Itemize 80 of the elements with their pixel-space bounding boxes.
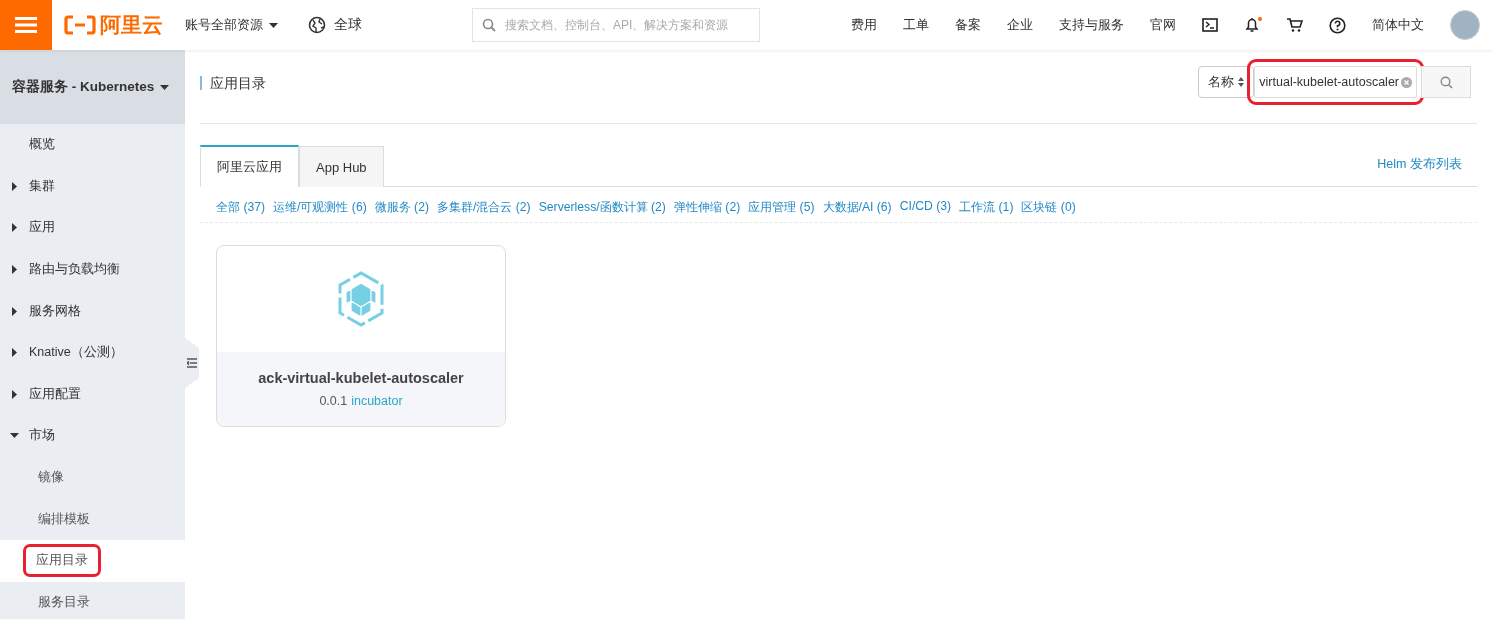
nav-link[interactable]: 企业 [1007, 16, 1033, 34]
region-selector[interactable]: 全球 [308, 16, 362, 34]
sidebar-group[interactable]: 市场 [0, 415, 185, 457]
nav-link[interactable]: 官网 [1150, 16, 1176, 34]
app-name: ack-virtual-kubelet-autoscaler [258, 370, 464, 386]
sidebar-item[interactable]: 编排模板 [0, 498, 185, 540]
cart-icon[interactable] [1286, 17, 1303, 33]
sidebar-item-label: 编排模板 [38, 510, 90, 528]
caret-icon [269, 22, 278, 28]
avatar[interactable] [1450, 10, 1480, 40]
help-icon[interactable] [1329, 16, 1346, 34]
app-version: 0.0.1 [319, 394, 348, 408]
sidebar-group-label: Knative（公测） [29, 344, 123, 362]
sidebar-group-label: 市场 [29, 427, 55, 445]
category-link[interactable]: 弹性伸缩 (2) [673, 199, 741, 216]
tab[interactable]: App Hub [299, 146, 384, 187]
sidebar-item[interactable]: 服务目录 [0, 581, 185, 619]
search-field[interactable]: 搜索文档、控制台、API、解决方案和资源 [472, 8, 760, 42]
caret-icon [10, 306, 19, 316]
caret-icon [10, 223, 19, 233]
caret-icon [10, 348, 19, 358]
globe-icon [308, 16, 326, 34]
category-link[interactable]: CI/CD (3) [899, 199, 952, 216]
bell-icon [1244, 17, 1260, 33]
nav-link[interactable]: 备案 [955, 16, 981, 34]
category-link[interactable]: 工作流 (1) [959, 199, 1014, 216]
collapse-icon [187, 358, 197, 368]
page-title: 应用目录 [200, 76, 266, 90]
category-link[interactable]: 微服务 (2) [374, 199, 429, 216]
language-selector[interactable]: 简体中文 [1372, 16, 1424, 34]
sidebar-group[interactable]: 路由与负载均衡 [0, 248, 185, 291]
sidebar-item[interactable]: 镜像 [0, 456, 185, 499]
nav-link[interactable]: 费用 [851, 16, 877, 34]
sort-icon [1238, 77, 1245, 87]
sidebar-item-label: 应用目录 [26, 547, 98, 575]
product-selector[interactable]: 容器服务 - Kubernetes [0, 50, 185, 124]
sidebar-group[interactable]: 应用 [0, 207, 185, 249]
nav-link[interactable]: 支持与服务 [1059, 16, 1124, 34]
sidebar-group-label: 应用 [29, 219, 55, 237]
sidebar-group-label: 应用配置 [29, 385, 81, 403]
sidebar-group-label: 集群 [29, 177, 55, 195]
sidebar-item[interactable]: 应用目录 [0, 539, 185, 582]
helm-releases-link[interactable]: Helm 发布列表 [1377, 155, 1462, 173]
category-link[interactable]: 多集群/混合云 (2) [437, 199, 531, 216]
sidebar-group[interactable]: Knative（公测） [0, 331, 185, 374]
category-link[interactable]: 全部 (37) [216, 199, 266, 216]
sidebar-item[interactable]: 概览 [0, 124, 185, 166]
sidebar-item-label: 服务目录 [38, 593, 90, 611]
category-link[interactable]: 区块链 (0) [1021, 199, 1076, 216]
caret-icon [10, 389, 19, 399]
account-dropdown[interactable]: 账号全部资源 [185, 16, 278, 34]
notification-button[interactable] [1244, 17, 1260, 33]
sidebar-group-label: 路由与负载均衡 [29, 261, 120, 279]
sidebar-item-label: 镜像 [38, 469, 64, 487]
search-icon [482, 18, 496, 32]
caret-icon [10, 265, 19, 275]
search-icon [1439, 75, 1453, 89]
sidebar-item-label: 概览 [29, 136, 55, 154]
sidebar-group[interactable]: 服务网格 [0, 290, 185, 332]
category-link[interactable]: 大数据/AI (6) [822, 199, 892, 216]
nav-link[interactable]: 工单 [903, 16, 929, 34]
category-link[interactable]: 运维/可观测性 (6) [273, 199, 367, 216]
cube-icon [336, 271, 386, 327]
caret-icon [10, 431, 19, 441]
sidebar-group-label: 服务网格 [29, 302, 81, 320]
caret-icon [160, 84, 170, 90]
logo-icon [64, 15, 96, 35]
category-link[interactable]: 应用管理 (5) [748, 199, 815, 216]
app-card[interactable]: ack-virtual-kubelet-autoscaler 0.0.1 incubator [216, 245, 506, 427]
tab[interactable]: 阿里云应用 [200, 145, 299, 187]
terminal-icon[interactable] [1202, 18, 1218, 32]
sidebar-group[interactable]: 应用配置 [0, 373, 185, 416]
clear-icon[interactable] [1401, 76, 1412, 88]
menu-button[interactable] [0, 0, 52, 50]
menu-icon [15, 17, 37, 33]
caret-icon [10, 181, 19, 191]
brand-name: 阿里云 [100, 12, 163, 38]
filter-field-select[interactable]: 名称 [1198, 66, 1255, 98]
category-link[interactable]: Serverless/函数计算 (2) [538, 199, 666, 216]
sidebar-group[interactable]: 集群 [0, 165, 185, 208]
